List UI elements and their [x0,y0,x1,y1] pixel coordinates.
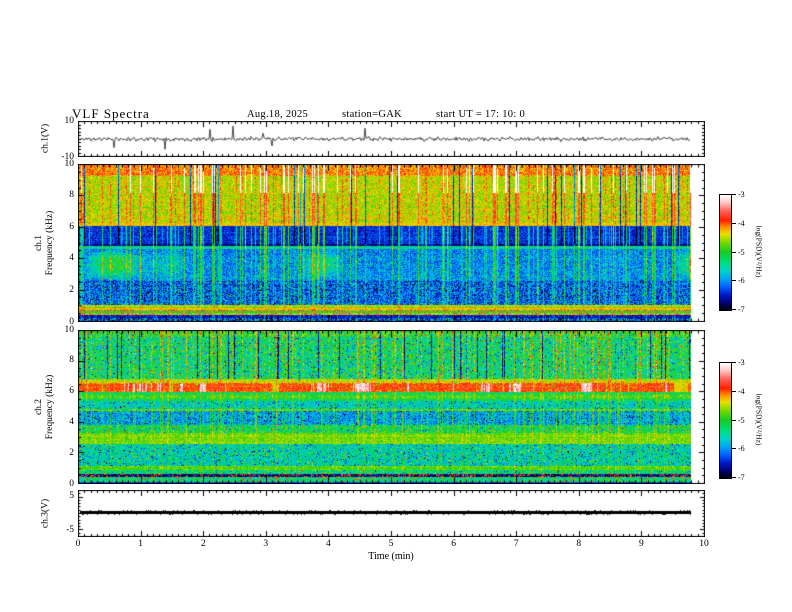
ch1-waveform-canvas [78,121,705,157]
colorbar-tick [732,251,736,253]
time-tick-label: 2 [200,539,206,549]
colorbar-ch2: log(PSD)(V²/Hz) -3 -4 -5 -6 -7 [719,358,779,482]
colorbar-ch2-title: log(PSD)(V²/Hz) [754,393,764,446]
colorbar-tick [732,362,736,363]
spec2-ytick-label: 0 [69,478,74,489]
ch1-spec-axis-line1: ch.1 [34,234,44,252]
spec2-ytick-label: 6 [69,386,74,397]
page-title: VLF Spectra [72,106,150,121]
ch1-spectrogram-canvas [78,164,705,322]
spec2-ytick-label: 8 [69,355,74,366]
colorbar-tick-label: -6 [738,276,745,286]
colorbar-tick [732,194,736,195]
spec1-ytick-label: 4 [69,253,74,264]
ch2-spec-axis-line1: ch.2 [34,398,44,416]
spec1-ytick-label: 6 [69,221,74,232]
start-ut-label: start UT = 17: 10: 0 [436,109,526,120]
spec1-ytick-label: 2 [69,284,74,295]
colorbar-tick-label: -4 [738,386,745,396]
colorbar-tick-label: -7 [738,305,745,314]
colorbar-ch1-title: log(PSD)(V²/Hz) [754,225,764,278]
ch2-spectrogram-canvas [78,330,705,484]
spec2-ytick-label: 4 [69,416,74,427]
colorbar-tick [732,419,736,421]
colorbar-ch2-gradient [719,362,732,479]
colorbar-tick-label: -5 [738,415,745,425]
colorbar-ch1: log(PSD)(V²/Hz) -3 -4 -5 -6 -7 [719,190,779,314]
ch1-waveform-panel [78,121,705,157]
ch1-spectrogram-panel [78,164,705,322]
colorbar-tick-label: -5 [738,247,745,257]
ch3-waveform-canvas [78,490,705,537]
wave3-ytick-label: -5 [66,524,74,535]
colorbar-tick [732,477,736,478]
time-tick-label: 8 [576,539,582,549]
time-tick-label: 1 [138,539,143,549]
ch2-spectrogram-panel [78,330,705,484]
colorbar-ch1-gradient [719,194,732,311]
colorbar-tick-label: -3 [738,190,745,199]
time-tick-label: 3 [263,539,269,549]
time-tick-label: 7 [513,539,519,549]
colorbar-tick-label: -6 [738,444,745,454]
colorbar-tick [732,280,736,282]
x-axis-title: Time (min) [368,551,414,562]
spec1-ytick-label: 10 [64,158,75,169]
time-tick-label: 4 [326,539,331,549]
date-label: Aug.18, 2025 [247,109,309,120]
time-tick-label: 5 [388,539,394,549]
colorbar-tick [732,222,736,224]
colorbar-tick-label: -7 [738,473,745,482]
colorbar-tick [732,448,736,450]
station-label: station=GAK [342,109,402,120]
spec2-ytick-label: 10 [64,324,75,335]
wave3-ytick-label: 5 [69,491,74,502]
colorbar-tick-label: -3 [738,358,745,367]
spec1-ytick-label: 8 [69,190,74,201]
ch3-waveform-panel [78,490,705,537]
time-tick-label: 6 [451,539,456,549]
colorbar-tick [732,390,736,392]
time-tick-label: 10 [699,539,709,549]
spec2-ytick-label: 2 [69,447,74,458]
vlf-spectra-figure: VLF Spectra Aug.18, 2025 station=GAK sta… [0,0,792,612]
colorbar-tick [732,309,736,310]
wave1-ytick-label: 10 [64,115,75,126]
time-tick-label: 0 [75,539,81,549]
colorbar-tick-label: -4 [738,218,745,228]
time-tick-label: 9 [639,539,644,549]
